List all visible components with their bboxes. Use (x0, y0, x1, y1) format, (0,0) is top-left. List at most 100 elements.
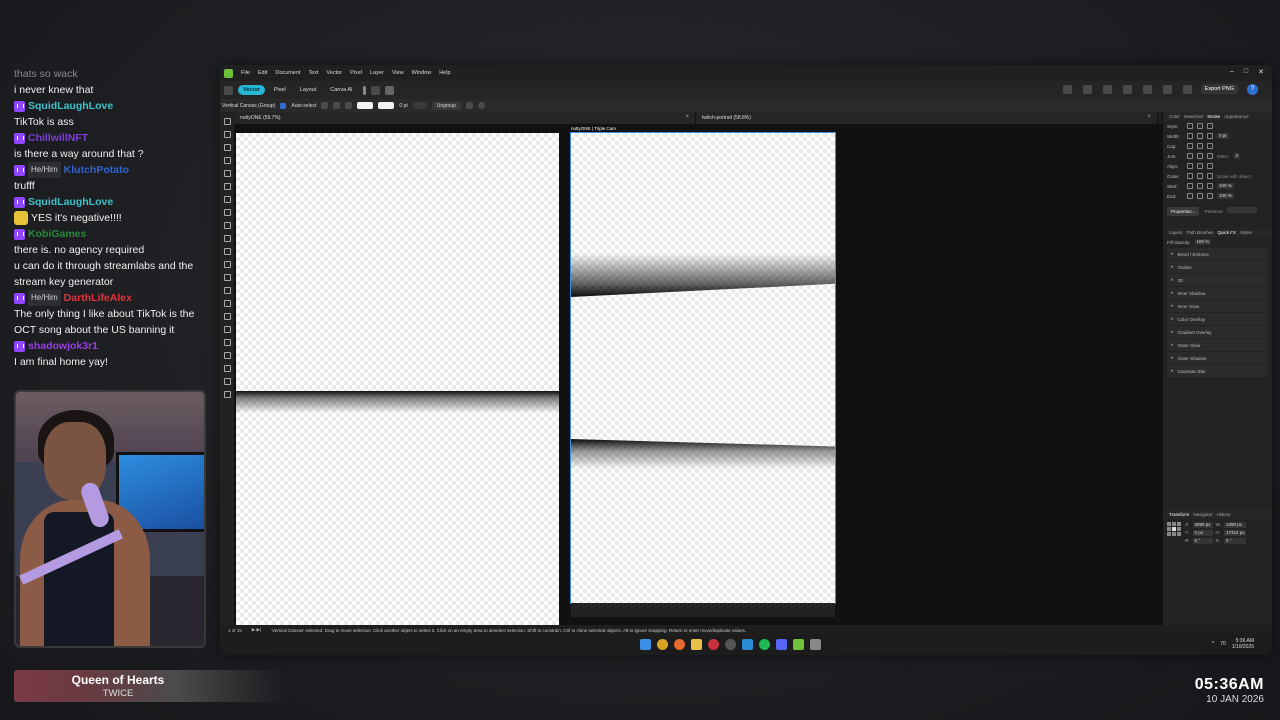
chevron-right-icon[interactable]: ▸ (1171, 329, 1174, 335)
pen-icon[interactable] (1183, 85, 1192, 94)
panel-tab-layers[interactable]: Layers (1169, 230, 1183, 235)
stroke-option-icon[interactable] (1197, 183, 1203, 189)
auto-select-checkbox[interactable] (280, 102, 287, 109)
properties-button[interactable]: Properties... (1167, 207, 1200, 216)
tool-icon[interactable] (223, 235, 231, 242)
menu-help[interactable]: Help (439, 70, 450, 76)
browser-icon[interactable] (674, 639, 685, 650)
persona-canva-ai[interactable]: Canva AI (325, 85, 357, 95)
ungroup-button[interactable]: Ungroup (431, 101, 461, 110)
panel-tab-color[interactable]: Color (1169, 114, 1180, 119)
windows-start-icon[interactable] (640, 639, 651, 650)
crop-icon[interactable] (1163, 85, 1172, 94)
stroke-option-icon[interactable] (1187, 123, 1193, 129)
menu-layer[interactable]: Layer (370, 70, 384, 76)
chevron-right-icon[interactable]: ▸ (1171, 264, 1174, 270)
stroke-option-icon[interactable] (1197, 163, 1203, 169)
tool-icon[interactable] (223, 378, 231, 385)
duplicate-icon[interactable] (370, 85, 380, 95)
document-tab[interactable]: nuttyONE (59.7%) × (234, 112, 696, 124)
chat-username[interactable]: SquidLaughLove (28, 194, 113, 210)
chevron-right-icon[interactable]: ▸ (1171, 277, 1174, 283)
artboard-left[interactable] (236, 133, 559, 625)
stroke-option-icon[interactable] (1187, 153, 1193, 159)
panel-tab-navigator[interactable]: Navigator (1193, 512, 1212, 517)
persona-vector[interactable]: Vector (238, 85, 265, 95)
tool-icon[interactable] (223, 157, 231, 164)
stroke-option-icon[interactable] (1187, 143, 1193, 149)
panel-tab-swatches[interactable]: Swatches (1184, 114, 1204, 119)
affinity-taskbar-icon[interactable] (793, 639, 804, 650)
close-icon[interactable]: ✕ (1258, 68, 1264, 76)
fx-row[interactable]: ▸ Inner Glow (1167, 300, 1268, 312)
fx-row[interactable]: ▸ 3D (1167, 274, 1268, 286)
boolean-icon[interactable] (1083, 85, 1092, 94)
stroke-option-icon[interactable] (1207, 153, 1213, 159)
fx-row[interactable]: ▸ Outer Shadow (1167, 352, 1268, 364)
snap-icon[interactable] (384, 85, 394, 95)
fx-row[interactable]: ▸ Gaussian Blur (1167, 365, 1268, 377)
select-mode-icon-3[interactable] (345, 102, 353, 109)
select-mode-icon-2[interactable] (333, 102, 341, 109)
minimize-icon[interactable]: – (1230, 68, 1234, 76)
chevron-right-icon[interactable]: ▸ (1171, 355, 1174, 361)
stroke-option-icon[interactable] (1187, 133, 1193, 139)
chevron-right-icon[interactable]: ▸ (1171, 251, 1174, 257)
r-field[interactable]: 0 ° (1192, 538, 1213, 544)
fx-row[interactable]: ▸ Gradient Overlay (1167, 326, 1268, 338)
stroke-width-field[interactable] (412, 102, 427, 109)
tool-icon[interactable] (223, 300, 231, 307)
stroke-option-icon[interactable] (1197, 143, 1203, 149)
stroke-width-value[interactable]: 0 pt (399, 103, 407, 109)
stroke-row-value[interactable]: 100 % (1217, 193, 1234, 199)
canvas-area[interactable]: nuttyONE | Triple Cam (234, 124, 1162, 625)
group-icon[interactable] (1143, 85, 1152, 94)
layout-icon[interactable] (465, 102, 473, 109)
stroke-option-icon[interactable] (1187, 163, 1193, 169)
chat-username[interactable]: SquidLaughLove (28, 98, 113, 114)
tool-icon[interactable] (223, 248, 231, 255)
stroke-row-extra-value[interactable]: 2 (1233, 153, 1241, 159)
stroke-option-icon[interactable] (1207, 143, 1213, 149)
panel-tab-history[interactable]: History (1217, 512, 1231, 517)
tool-icon[interactable] (223, 352, 231, 359)
stroke-row-value[interactable]: 100 % (1217, 183, 1234, 189)
document-tab[interactable]: twitch-portrait (58.8%) × (696, 112, 1158, 124)
fx-row[interactable]: ▸ Outer Glow (1167, 339, 1268, 351)
tool-icon[interactable] (223, 339, 231, 346)
chat-username[interactable]: KlutchPotato (64, 162, 129, 178)
export-png-button[interactable]: Export PNG (1200, 84, 1238, 94)
fill-opacity-field[interactable]: 100 % (1194, 239, 1212, 245)
tool-icon[interactable] (223, 326, 231, 333)
edge-icon[interactable] (742, 639, 753, 650)
tool-icon[interactable] (223, 131, 231, 138)
chat-username[interactable]: ChillwillNFT (28, 130, 88, 146)
stroke-option-icon[interactable] (1207, 133, 1213, 139)
tool-icon[interactable] (223, 118, 231, 125)
app-icon[interactable] (708, 639, 719, 650)
panel-tab-transform[interactable]: Transform (1169, 512, 1189, 517)
artboard-right[interactable] (570, 132, 836, 604)
menu-document[interactable]: Document (275, 70, 300, 76)
panel-tab-stroke[interactable]: Stroke (1207, 114, 1220, 119)
panel-tab-path-brushes[interactable]: Path Brushes (1187, 230, 1214, 235)
stroke-swatch[interactable] (378, 102, 395, 109)
anchor-grid-icon[interactable] (1167, 522, 1181, 536)
persona-pixel[interactable]: Pixel (269, 85, 291, 95)
x-field[interactable]: 3090 px (1192, 522, 1213, 528)
maximize-icon[interactable]: □ (1244, 68, 1248, 76)
menu-text[interactable]: Text (308, 70, 318, 76)
arrange-icon[interactable] (1123, 85, 1132, 94)
stroke-option-icon[interactable] (1187, 193, 1193, 199)
spotify-icon[interactable] (759, 639, 770, 650)
menu-vector[interactable]: Vector (327, 70, 343, 76)
chat-username[interactable]: shadowjok3r1 (28, 338, 98, 354)
stroke-option-icon[interactable] (1187, 173, 1193, 179)
tool-icon[interactable] (223, 144, 231, 151)
stroke-option-icon[interactable] (1207, 173, 1213, 179)
app-logo-icon[interactable] (224, 68, 233, 78)
panel-tab-quick-fx[interactable]: Quick FX (1218, 230, 1237, 235)
menu-window[interactable]: Window (412, 70, 432, 76)
tray-chevron-icon[interactable]: ^ (1212, 641, 1214, 647)
y-field[interactable]: 0 px (1192, 530, 1213, 536)
